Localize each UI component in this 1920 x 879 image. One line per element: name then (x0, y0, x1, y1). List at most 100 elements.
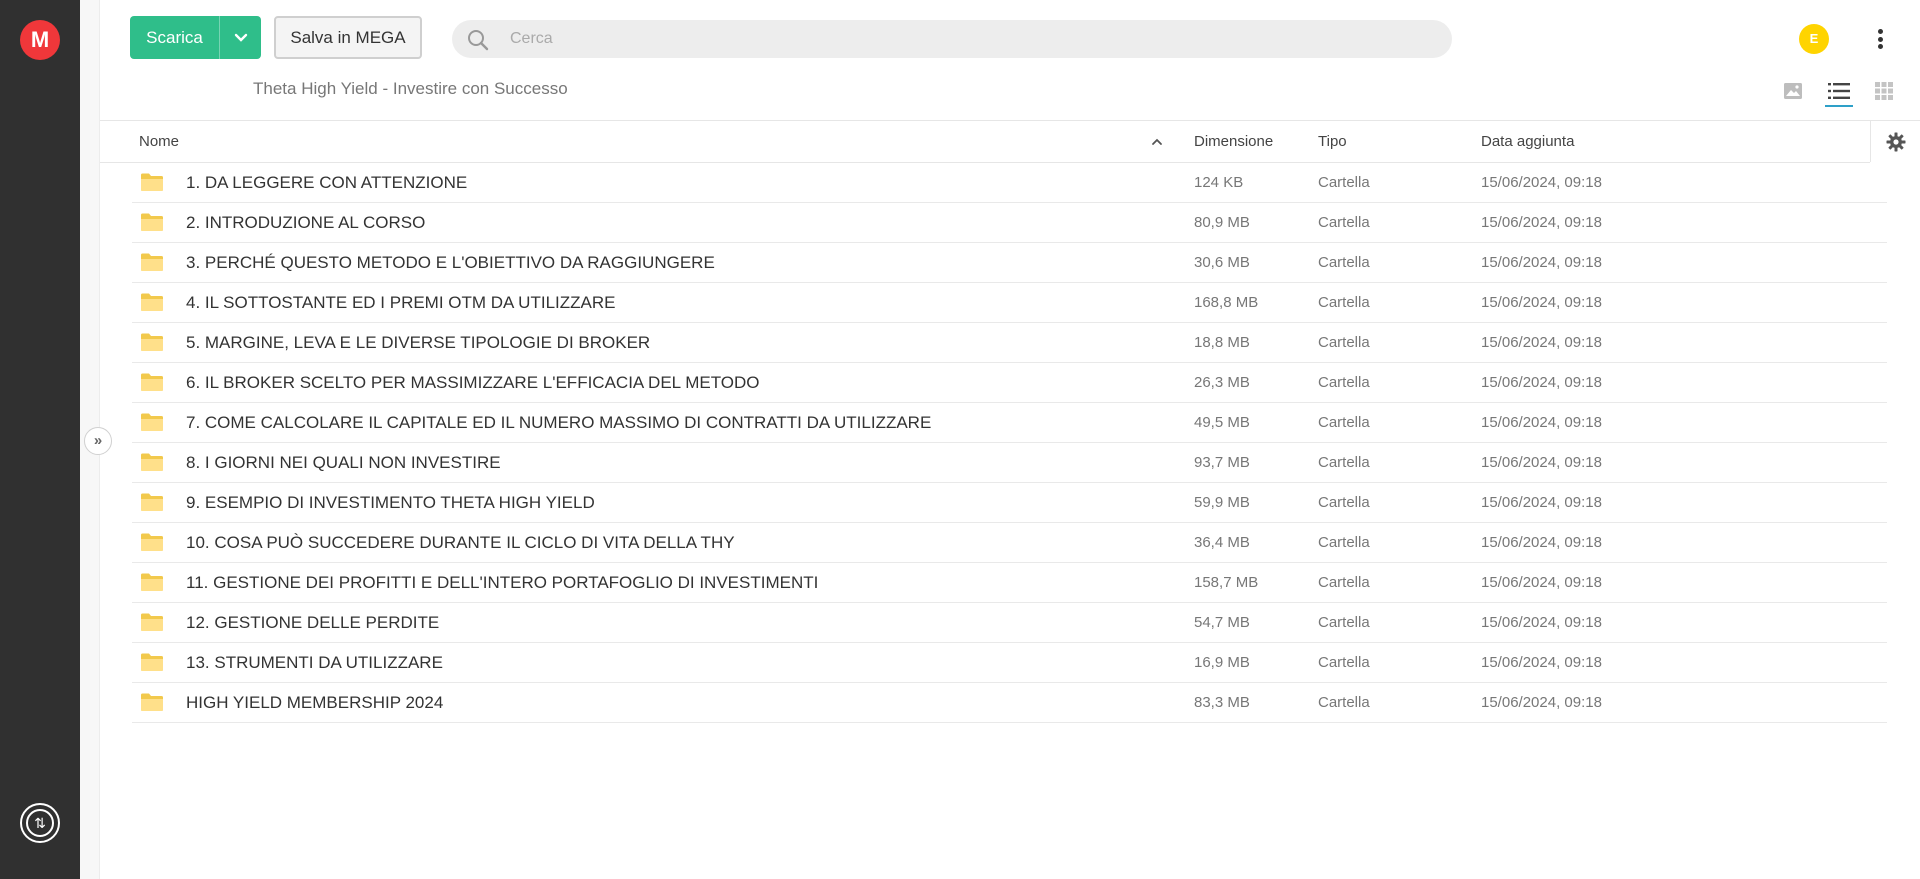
table-row[interactable]: 10. COSA PUÒ SUCCEDERE DURANTE IL CICLO … (132, 523, 1887, 563)
column-header-type[interactable]: Tipo (1318, 133, 1347, 150)
download-button[interactable]: Scarica (130, 16, 261, 59)
row-size: 124 KB (1194, 174, 1244, 191)
kebab-dot (1877, 36, 1883, 42)
row-type: Cartella (1318, 374, 1370, 391)
folder-icon (140, 172, 164, 197)
row-name: 8. I GIORNI NEI QUALI NON INVESTIRE (186, 453, 501, 472)
row-date: 15/06/2024, 09:18 (1481, 614, 1602, 631)
table-row[interactable]: 8. I GIORNI NEI QUALI NON INVESTIRE 93,7 … (132, 443, 1887, 483)
row-date: 15/06/2024, 09:18 (1481, 294, 1602, 311)
row-type: Cartella (1318, 294, 1370, 311)
folder-icon (140, 612, 164, 637)
row-size: 18,8 MB (1194, 334, 1250, 351)
row-date: 15/06/2024, 09:18 (1481, 254, 1602, 271)
table-row[interactable]: 7. COME CALCOLARE IL CAPITALE ED IL NUME… (132, 403, 1887, 443)
column-header-size[interactable]: Dimensione (1194, 133, 1273, 150)
row-size: 54,7 MB (1194, 614, 1250, 631)
row-size: 83,3 MB (1194, 694, 1250, 711)
table-row[interactable]: 6. IL BROKER SCELTO PER MASSIMIZZARE L'E… (132, 363, 1887, 403)
image-icon (1784, 83, 1802, 99)
media-view-button[interactable] (1780, 80, 1806, 102)
row-type: Cartella (1318, 614, 1370, 631)
table-row[interactable]: 9. ESEMPIO DI INVESTIMENTO THETA HIGH YI… (132, 483, 1887, 523)
transfers-button[interactable]: ⇅ (20, 803, 60, 843)
chevron-down-icon (234, 33, 247, 42)
row-date: 15/06/2024, 09:18 (1481, 494, 1602, 511)
row-type: Cartella (1318, 174, 1370, 191)
row-date: 15/06/2024, 09:18 (1481, 374, 1602, 391)
download-label: Scarica (146, 28, 203, 47)
row-date: 15/06/2024, 09:18 (1481, 694, 1602, 711)
file-list: 1. DA LEGGERE CON ATTENZIONE 124 KB Cartel… (132, 163, 1887, 723)
folder-icon (140, 572, 164, 597)
row-size: 80,9 MB (1194, 214, 1250, 231)
row-name: 9. ESEMPIO DI INVESTIMENTO THETA HIGH YI… (186, 493, 595, 512)
row-size: 49,5 MB (1194, 414, 1250, 431)
row-size: 158,7 MB (1194, 574, 1259, 591)
row-name: 12. GESTIONE DELLE PERDITE (186, 613, 440, 632)
row-name: 1. DA LEGGERE CON ATTENZIONE (186, 173, 468, 192)
row-size: 59,9 MB (1194, 494, 1250, 511)
table-row[interactable]: 1. DA LEGGERE CON ATTENZIONE 124 KB Cartel… (132, 163, 1887, 203)
row-type: Cartella (1318, 334, 1370, 351)
folder-icon (140, 212, 164, 237)
folder-icon (140, 412, 164, 437)
mega-logo[interactable]: M (20, 20, 60, 60)
app-sidebar: M ⇅ (0, 0, 80, 879)
search-input[interactable] (510, 20, 1410, 58)
row-name: 13. STRUMENTI DA UTILIZZARE (186, 653, 443, 672)
transfers-icon: ⇅ (26, 809, 54, 837)
table-row[interactable]: 3. PERCHÉ QUESTO METODO E L'OBIETTIVO DA… (132, 243, 1887, 283)
row-name: 4. IL SOTTOSTANTE ED I PREMI OTM DA UTIL… (186, 293, 616, 312)
column-settings-button[interactable] (1870, 121, 1920, 162)
table-row[interactable]: 13. STRUMENTI DA UTILIZZARE 16,9 MB Cartel… (132, 643, 1887, 683)
folder-icon (140, 492, 164, 517)
row-size: 168,8 MB (1194, 294, 1259, 311)
save-to-mega-button[interactable]: Salva in MEGA (274, 16, 422, 59)
column-header-name[interactable]: Nome (139, 133, 179, 150)
row-name: 11. GESTIONE DEI PROFITTI E DELL'INTERO … (186, 573, 819, 592)
row-date: 15/06/2024, 09:18 (1481, 174, 1602, 191)
folder-icon (140, 652, 164, 677)
row-type: Cartella (1318, 654, 1370, 671)
row-date: 15/06/2024, 09:18 (1481, 414, 1602, 431)
sort-ascending-icon[interactable] (1150, 135, 1164, 149)
table-row[interactable]: 4. IL SOTTOSTANTE ED I PREMI OTM DA UTIL… (132, 283, 1887, 323)
table-row[interactable]: HIGH YIELD MEMBERSHIP 2024 83,3 MB Cartell… (132, 683, 1887, 723)
folder-icon (140, 452, 164, 477)
row-name: HIGH YIELD MEMBERSHIP 2024 (186, 693, 444, 712)
row-type: Cartella (1318, 574, 1370, 591)
folder-icon (140, 332, 164, 357)
avatar[interactable]: E (1799, 24, 1829, 54)
expand-panel-button[interactable]: » (84, 427, 112, 455)
row-date: 15/06/2024, 09:18 (1481, 454, 1602, 471)
search-bar (452, 20, 1452, 58)
table-row[interactable]: 2. INTRODUZIONE AL CORSO 80,9 MB Cartella 1… (132, 203, 1887, 243)
row-date: 15/06/2024, 09:18 (1481, 214, 1602, 231)
row-size: 93,7 MB (1194, 454, 1250, 471)
row-name: 3. PERCHÉ QUESTO METODO E L'OBIETTIVO DA… (186, 253, 715, 272)
column-header-date[interactable]: Data aggiunta (1481, 133, 1574, 150)
table-row[interactable]: 12. GESTIONE DELLE PERDITE 54,7 MB Cartell… (132, 603, 1887, 643)
row-size: 36,4 MB (1194, 534, 1250, 551)
row-name: 2. INTRODUZIONE AL CORSO (186, 213, 426, 232)
row-name: 7. COME CALCOLARE IL CAPITALE ED IL NUME… (186, 413, 932, 432)
row-name: 5. MARGINE, LEVA E LE DIVERSE TIPOLOGIE … (186, 333, 651, 352)
row-size: 30,6 MB (1194, 254, 1250, 271)
folder-icon (140, 532, 164, 557)
list-view-button[interactable] (1826, 80, 1852, 102)
table-row[interactable]: 11. GESTIONE DEI PROFITTI E DELL'INTERO … (132, 563, 1887, 603)
grid-view-button[interactable] (1871, 80, 1897, 102)
row-name: 10. COSA PUÒ SUCCEDERE DURANTE IL CICLO … (186, 533, 735, 552)
row-type: Cartella (1318, 414, 1370, 431)
table-row[interactable]: 5. MARGINE, LEVA E LE DIVERSE TIPOLOGIE … (132, 323, 1887, 363)
more-menu-button[interactable] (1872, 26, 1888, 52)
row-size: 16,9 MB (1194, 654, 1250, 671)
search-icon (468, 30, 489, 51)
list-icon (1828, 83, 1850, 99)
row-date: 15/06/2024, 09:18 (1481, 334, 1602, 351)
divider (100, 120, 1920, 121)
row-size: 26,3 MB (1194, 374, 1250, 391)
download-options-button[interactable] (219, 16, 261, 59)
kebab-dot (1877, 44, 1883, 49)
